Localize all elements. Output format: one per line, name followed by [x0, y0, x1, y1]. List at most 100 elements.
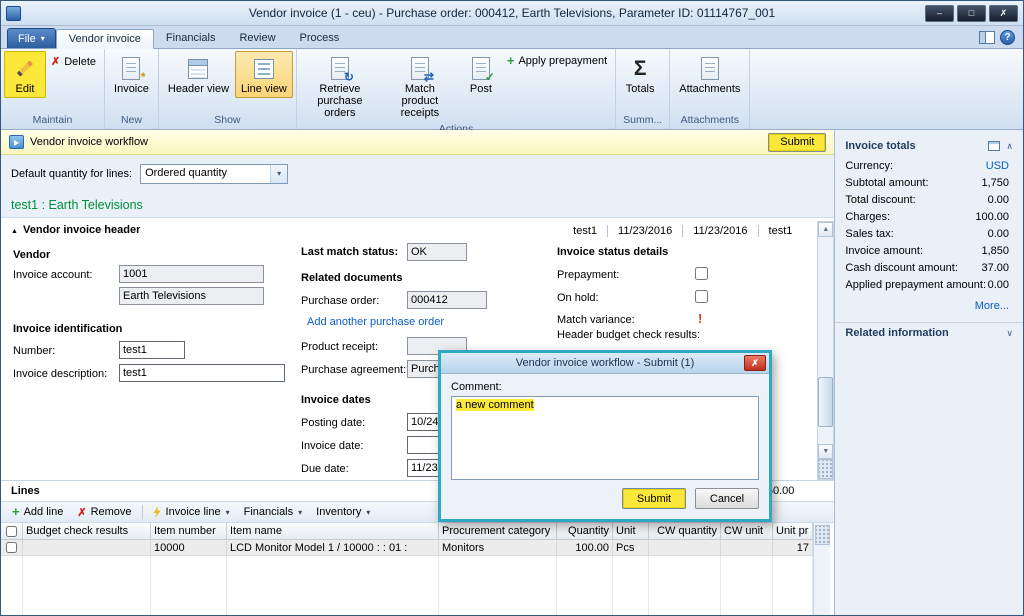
- collapse-down-icon[interactable]: ∨: [1006, 328, 1013, 339]
- tab-vendor-invoice[interactable]: Vendor invoice: [56, 29, 154, 49]
- header-view-button[interactable]: Header view: [162, 51, 235, 98]
- post-doc-icon: ✓: [472, 57, 490, 80]
- minimize-button[interactable]: –: [925, 5, 954, 22]
- scrollbar-thumb[interactable]: [818, 377, 833, 427]
- column-header[interactable]: Budget check results: [23, 523, 151, 539]
- match-arrows-icon: ⇄: [424, 71, 434, 83]
- related-documents-heading: Related documents: [301, 272, 402, 284]
- select-all-cell: [1, 523, 23, 539]
- attachments-button[interactable]: Attachments: [673, 51, 746, 98]
- comment-text: a new comment: [456, 399, 534, 411]
- scroll-down-icon[interactable]: ▼: [818, 444, 833, 459]
- header-budget-check-label: Header budget check results:: [557, 329, 700, 341]
- scroll-up-icon[interactable]: ▲: [818, 222, 833, 237]
- dialog-buttons: Submit Cancel: [451, 488, 759, 509]
- fact-row-applied-prepayment: Applied prepayment amount: 0.00: [835, 277, 1023, 294]
- line-view-icon: [254, 59, 274, 79]
- invoice-description-field[interactable]: [119, 364, 285, 382]
- record-title: test1 : Earth Televisions: [1, 192, 834, 218]
- delete-button[interactable]: ✗ Delete: [46, 54, 101, 69]
- invoice-account-field: [119, 265, 264, 283]
- column-header[interactable]: CW unit: [721, 523, 773, 539]
- select-all-checkbox[interactable]: [6, 526, 17, 537]
- invoice-line-menu-button[interactable]: Invoice line ▾: [146, 505, 237, 519]
- ribbon-group-label-maintain: Maintain: [4, 113, 101, 129]
- layout-icon[interactable]: [979, 31, 995, 44]
- related-information-header[interactable]: Related information ∨: [835, 325, 1023, 345]
- match-doc-icon: ⇄: [411, 57, 429, 80]
- column-header[interactable]: Procurement category: [439, 523, 557, 539]
- invoice-line-bolt-icon: [153, 506, 162, 518]
- tab-file[interactable]: File ▾: [7, 28, 56, 48]
- fact-row-cash-discount: Cash discount amount: 37.00: [835, 260, 1023, 277]
- dialog-close-button[interactable]: ✗: [744, 355, 766, 371]
- ribbon-group-label-show: Show: [162, 113, 293, 129]
- edit-button[interactable]: Edit: [4, 51, 46, 98]
- splitter-grip[interactable]: [818, 459, 833, 479]
- comment-textarea[interactable]: a new comment: [451, 396, 759, 480]
- row-checkbox[interactable]: [6, 542, 17, 553]
- column-header[interactable]: Item number: [151, 523, 227, 539]
- number-field[interactable]: [119, 341, 185, 359]
- post-button[interactable]: ✓ Post: [460, 51, 502, 98]
- retrieve-purchase-orders-button[interactable]: ↻ Retrieve purchase orders: [300, 51, 380, 122]
- invoice-star-icon: *: [141, 71, 146, 83]
- remove-line-button[interactable]: ✗ Remove: [70, 505, 138, 520]
- form-scrollbar: ▲ ▼: [817, 221, 834, 480]
- add-purchase-order-link[interactable]: Add another purchase order: [307, 316, 444, 328]
- column-header[interactable]: Quantity: [557, 523, 613, 539]
- default-quantity-select[interactable]: Ordered quantity ▾: [140, 164, 288, 184]
- prepayment-label: Prepayment:: [557, 269, 619, 281]
- workflow-submit-button[interactable]: Submit: [768, 133, 826, 152]
- currency-value-link[interactable]: USD: [986, 159, 1009, 174]
- tab-financials[interactable]: Financials: [154, 28, 228, 48]
- maximize-button[interactable]: □: [957, 5, 986, 22]
- financials-menu-button[interactable]: Financials ▾: [237, 505, 310, 519]
- match-variance-warning-icon: !: [698, 311, 702, 326]
- column-header[interactable]: Unit pr: [773, 523, 813, 539]
- related-information-title: Related information: [845, 327, 948, 339]
- tab-review[interactable]: Review: [227, 28, 287, 48]
- prepayment-checkbox[interactable]: [695, 267, 708, 280]
- match-product-receipts-button[interactable]: ⇄ Match product receipts: [380, 51, 460, 122]
- invoice-status-details-heading: Invoice status details: [557, 246, 668, 258]
- due-date-label: Due date:: [301, 463, 349, 475]
- totals-button[interactable]: Σ Totals: [619, 51, 661, 98]
- fact-row-currency: Currency: USD: [835, 158, 1023, 175]
- lines-scrollbar[interactable]: [813, 523, 830, 615]
- close-button[interactable]: ✗: [989, 5, 1018, 22]
- help-icon[interactable]: ?: [1000, 30, 1015, 45]
- panel-menu-icon[interactable]: [988, 141, 1000, 151]
- section-expander-icon[interactable]: ▲: [11, 227, 18, 237]
- add-line-button[interactable]: + Add line: [5, 505, 70, 519]
- column-header[interactable]: Item name: [227, 523, 439, 539]
- dialog-submit-button[interactable]: Submit: [622, 488, 686, 509]
- inventory-menu-button[interactable]: Inventory ▾: [309, 505, 377, 519]
- grid-empty-area: [1, 556, 813, 615]
- collapse-up-icon[interactable]: ∧: [1006, 141, 1013, 152]
- invoice-dates-heading: Invoice dates: [301, 394, 371, 406]
- column-header[interactable]: CW quantity: [649, 523, 721, 539]
- lines-grid: Budget check results Item number Item na…: [1, 523, 834, 615]
- default-quantity-value: Ordered quantity: [141, 165, 270, 183]
- on-hold-checkbox[interactable]: [695, 290, 708, 303]
- chevron-down-icon: ▾: [366, 508, 370, 517]
- record-meta: test1 11/23/2016 11/23/2016 test1: [563, 225, 802, 237]
- ribbon: Edit ✗ Delete Maintain * Invoice New: [1, 49, 1023, 130]
- invoice-button[interactable]: * Invoice: [108, 51, 155, 98]
- dialog-cancel-button[interactable]: Cancel: [695, 488, 759, 509]
- tab-process[interactable]: Process: [288, 28, 352, 48]
- ribbon-filler: [750, 49, 1023, 129]
- titlebar: Vendor invoice (1 - ceu) - Purchase orde…: [1, 1, 1023, 26]
- invoice-doc-icon: *: [122, 57, 140, 80]
- table-row[interactable]: 10000 LCD Monitor Model 1 / 10000 : : 01…: [1, 540, 813, 556]
- scrollbar-track[interactable]: [818, 237, 833, 444]
- column-header[interactable]: Unit: [613, 523, 649, 539]
- lines-splitter-grip[interactable]: [815, 525, 830, 545]
- chevron-down-icon[interactable]: ▾: [270, 165, 287, 183]
- invoice-account-label: Invoice account:: [13, 269, 93, 281]
- line-view-button[interactable]: Line view: [235, 51, 293, 98]
- apply-prepayment-button[interactable]: + Apply prepayment: [502, 54, 612, 68]
- workflow-bar: Vendor invoice workflow Submit: [1, 130, 834, 155]
- more-link[interactable]: More...: [975, 300, 1009, 312]
